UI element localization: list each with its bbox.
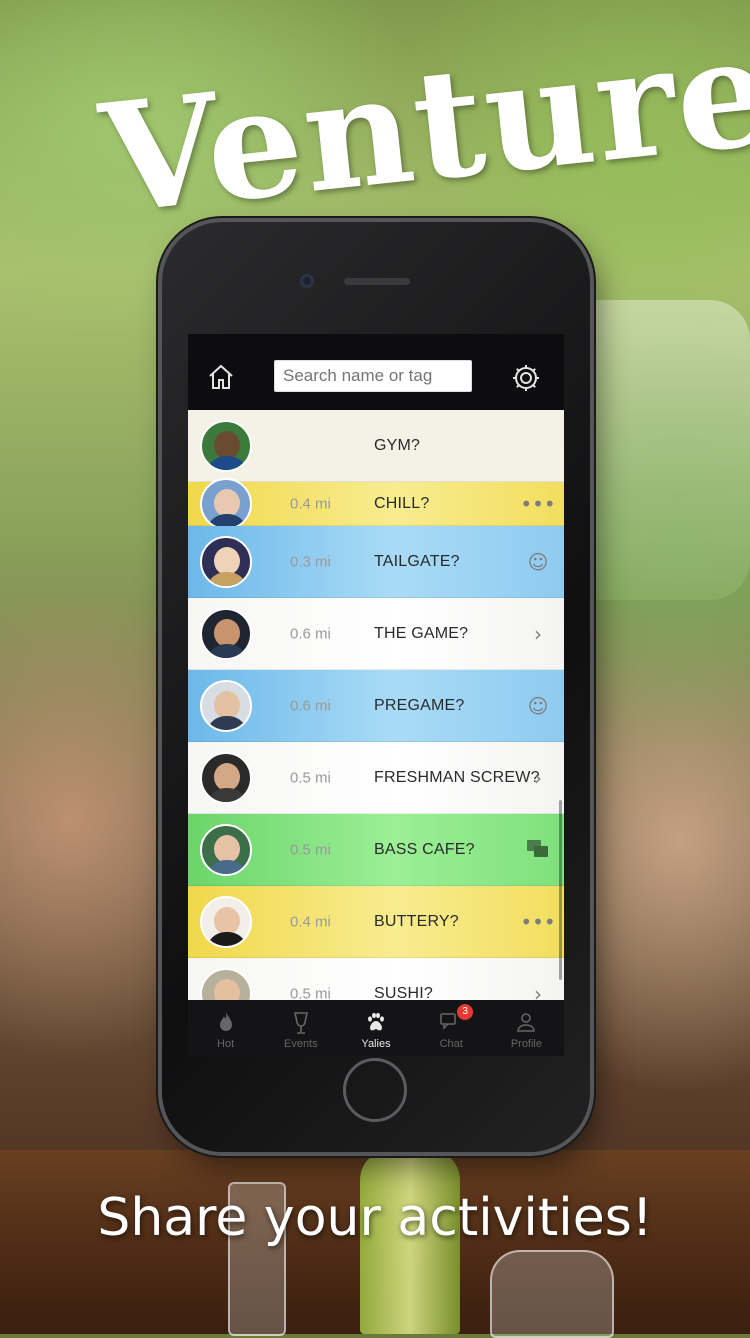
chevron-right-icon[interactable]: › (526, 982, 550, 1001)
chevron-right-icon[interactable]: › (526, 622, 550, 646)
speaker-grille (344, 278, 410, 285)
list-item[interactable]: 0.5 mi SUSHI? › (188, 958, 564, 1000)
tab-bar: Hot Events Yalies 3 Chat Profile (188, 1000, 564, 1056)
app-screen: GYM? 0.4 mi CHILL? ••• 0.3 mi TAILGATE? … (188, 334, 564, 1056)
tab-label: Profile (510, 1038, 542, 1050)
list-item[interactable]: 0.6 mi THE GAME? › (188, 598, 564, 670)
smiley-icon[interactable]: ☺ (526, 694, 550, 718)
avatar (200, 607, 252, 660)
list-item[interactable]: 0.5 mi BASS CAFE? (188, 814, 564, 886)
activity-title: PREGAME? (374, 696, 465, 714)
distance-label: 0.5 mi (290, 985, 331, 1000)
tab-events[interactable]: Events (263, 1000, 338, 1056)
avatar (200, 823, 252, 876)
activity-title: FRESHMAN SCREW? (374, 768, 540, 786)
list-item[interactable]: 0.5 mi FRESHMAN SCREW? › (188, 742, 564, 814)
avatar (200, 419, 252, 472)
distance-label: 0.4 mi (290, 913, 331, 930)
distance-label: 0.5 mi (290, 769, 331, 786)
avatar (200, 679, 252, 732)
smiley-icon[interactable]: ☺ (526, 550, 550, 574)
avatar (200, 477, 252, 530)
unread-badge: 3 (457, 1004, 474, 1020)
avatar (200, 535, 252, 588)
tab-label: Hot (217, 1038, 235, 1050)
chat-bubbles-icon[interactable] (526, 838, 550, 862)
list-item[interactable]: 0.6 mi PREGAME? ☺ (188, 670, 564, 742)
tab-chat[interactable]: 3 Chat (414, 1000, 489, 1056)
more-icon[interactable]: ••• (520, 910, 555, 934)
activity-title: SUSHI? (374, 984, 433, 1001)
distance-label: 0.3 mi (290, 553, 331, 570)
scrollbar[interactable] (559, 800, 562, 980)
avatar (200, 967, 252, 1000)
tab-label: Yalies (361, 1038, 391, 1050)
list-item[interactable]: 0.3 mi TAILGATE? ☺ (188, 526, 564, 598)
camera-icon (300, 274, 314, 288)
tab-yalies[interactable]: Yalies (338, 1000, 413, 1056)
tab-label: Chat (439, 1038, 463, 1050)
activity-title: GYM? (374, 436, 421, 454)
tab-label: Events (283, 1038, 318, 1050)
top-bar (188, 334, 564, 410)
person-icon (517, 1012, 536, 1036)
avatar (200, 751, 252, 804)
more-icon[interactable]: ••• (520, 492, 555, 516)
distance-label: 0.4 mi (290, 495, 331, 512)
tab-profile[interactable]: Profile (489, 1000, 564, 1056)
home-button[interactable] (343, 1058, 407, 1122)
gear-icon[interactable] (510, 362, 542, 394)
activity-title: THE GAME? (374, 624, 469, 642)
list-item[interactable]: 0.4 mi CHILL? ••• (188, 477, 564, 530)
tagline: Share your activities! (97, 1188, 653, 1248)
activity-list[interactable]: GYM? 0.4 mi CHILL? ••• 0.3 mi TAILGATE? … (188, 410, 564, 1000)
distance-label: 0.6 mi (290, 625, 331, 642)
list-item[interactable]: 0.4 mi BUTTERY? ••• (188, 886, 564, 958)
tab-hot[interactable]: Hot (188, 1000, 263, 1056)
avatar (200, 895, 252, 948)
chevron-right-icon[interactable]: › (526, 766, 550, 790)
distance-label: 0.6 mi (290, 697, 331, 714)
home-icon[interactable] (206, 362, 236, 392)
activity-title: TAILGATE? (374, 552, 460, 570)
paw-icon (366, 1012, 386, 1036)
flame-icon (219, 1012, 233, 1036)
background-glass (490, 1250, 614, 1338)
activity-title: BUTTERY? (374, 912, 459, 930)
activity-title: CHILL? (374, 494, 430, 512)
distance-label: 0.5 mi (290, 841, 331, 858)
activity-title: BASS CAFE? (374, 840, 475, 858)
glass-icon (293, 1012, 309, 1036)
search-input[interactable] (274, 360, 472, 392)
list-item[interactable]: GYM? (188, 410, 564, 482)
